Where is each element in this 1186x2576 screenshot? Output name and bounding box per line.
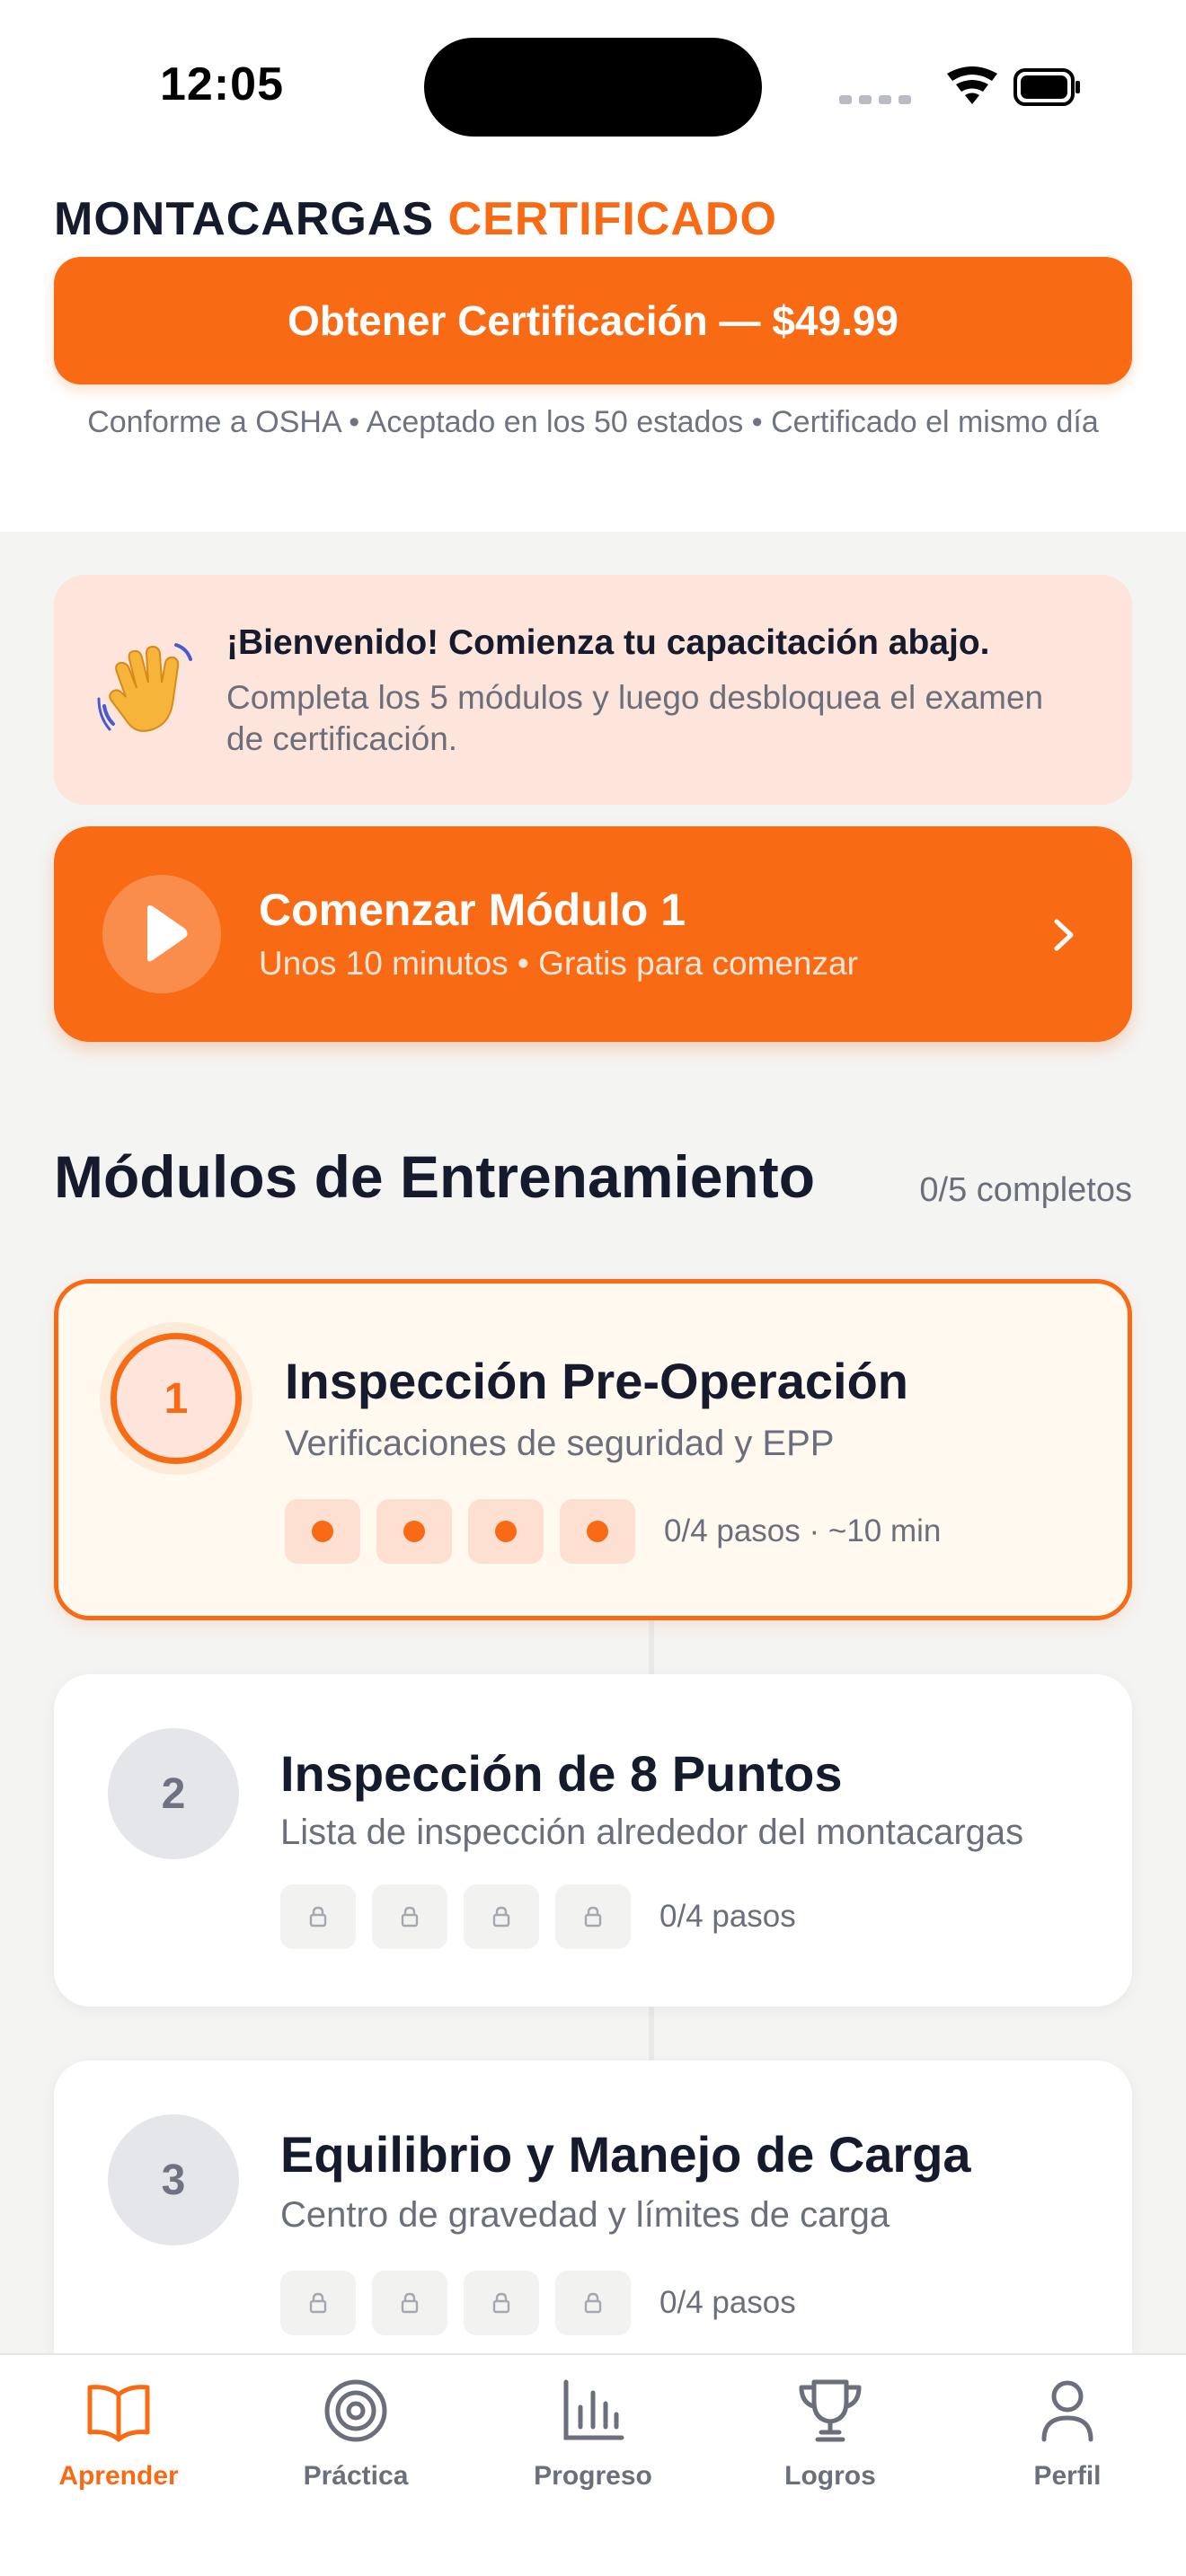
tab-label: Progreso [534, 2461, 652, 2491]
start-module-title: Comenzar Módulo 1 [259, 885, 686, 935]
module-progress: 0/4 pasos [659, 2285, 796, 2320]
lock-icon [372, 1884, 447, 1949]
module-card-2[interactable]: 2 Inspección de 8 Puntos Lista de inspec… [54, 1674, 1132, 2007]
chevron-right-icon [1054, 919, 1074, 951]
tab-practica[interactable]: Práctica [257, 2373, 455, 2517]
section-count: 0/5 completos [919, 1171, 1132, 1209]
step-indicator [468, 1499, 544, 1564]
lock-icon [464, 2271, 539, 2335]
step-indicator [285, 1499, 360, 1564]
signal-icon [839, 95, 911, 104]
module-title: Inspección Pre-Operación [285, 1353, 908, 1409]
brand-title: MONTACARGAS CERTIFICADO [54, 192, 777, 246]
module-number-badge: 3 [108, 2114, 239, 2245]
tab-progreso[interactable]: Progreso [494, 2373, 692, 2517]
target-icon [324, 2379, 387, 2442]
module-steps: 0/4 pasos · ~10 min [285, 1499, 941, 1564]
module-title: Inspección de 8 Puntos [280, 1745, 843, 1802]
welcome-body: Completa los 5 módulos y luego desbloque… [226, 679, 1044, 757]
start-module-button[interactable]: Comenzar Módulo 1 Unos 10 minutos • Grat… [54, 826, 1132, 1042]
book-icon [87, 2385, 150, 2442]
step-indicator [560, 1499, 635, 1564]
start-module-subtitle: Unos 10 minutos • Gratis para comenzar [259, 945, 858, 982]
welcome-title: ¡Bienvenido! Comienza tu capacitación ab… [226, 623, 990, 662]
module-number-badge: 1 [111, 1333, 242, 1464]
tab-label: Logros [784, 2461, 876, 2491]
module-title: Equilibrio y Manejo de Carga [280, 2126, 971, 2183]
lock-icon [280, 1884, 356, 1949]
module-subtitle: Lista de inspección alrededor del montac… [280, 1813, 1024, 1852]
battery-icon [1013, 68, 1080, 106]
tab-label: Práctica [303, 2461, 409, 2491]
module-subtitle: Verificaciones de seguridad y EPP [285, 1424, 835, 1463]
tab-label: Aprender [58, 2461, 179, 2491]
lock-icon [555, 1884, 631, 1949]
dynamic-island [424, 38, 762, 137]
module-number-badge: 2 [108, 1728, 239, 1859]
trophy-icon [799, 2379, 862, 2442]
lock-icon [280, 2271, 356, 2335]
waving-hand-icon [97, 643, 192, 732]
module-progress: 0/4 pasos [659, 1899, 796, 1934]
header: 12:05 MONTACARGAS CERTIFICADO Obtener Ce… [0, 0, 1186, 532]
lock-icon [464, 1884, 539, 1949]
module-progress: 0/4 pasos · ~10 min [664, 1513, 942, 1548]
welcome-card: ¡Bienvenido! Comienza tu capacitación ab… [54, 575, 1132, 805]
step-indicator [376, 1499, 452, 1564]
tab-logros[interactable]: Logros [731, 2373, 929, 2517]
module-steps: 0/4 pasos [280, 1884, 796, 1949]
brand-primary: MONTACARGAS [54, 193, 435, 245]
bar-chart-icon [563, 2379, 624, 2440]
lock-icon [372, 2271, 447, 2335]
section-title: Módulos de Entrenamiento [54, 1143, 816, 1210]
compliance-text: Conforme a OSHA • Aceptado en los 50 est… [87, 405, 1099, 439]
user-icon [1041, 2380, 1093, 2442]
status-icons [839, 66, 1080, 106]
status-time: 12:05 [160, 58, 284, 110]
tab-label: Perfil [1033, 2461, 1102, 2491]
tab-aprender[interactable]: Aprender [20, 2373, 217, 2517]
play-icon [102, 875, 221, 993]
tab-perfil[interactable]: Perfil [969, 2373, 1166, 2517]
module-steps: 0/4 pasos [280, 2271, 796, 2335]
module-card-1[interactable]: 1 Inspección Pre-Operación Verificacione… [54, 1279, 1132, 1620]
tab-bar: Aprender Práctica Progreso Logros Perfil [0, 2353, 1186, 2576]
module-subtitle: Centro de gravedad y límites de carga [280, 2195, 890, 2235]
wifi-icon [947, 66, 997, 104]
lock-icon [555, 2271, 631, 2335]
get-certification-button[interactable]: Obtener Certificación — $49.99 [54, 257, 1132, 384]
brand-accent: CERTIFICADO [447, 193, 777, 245]
